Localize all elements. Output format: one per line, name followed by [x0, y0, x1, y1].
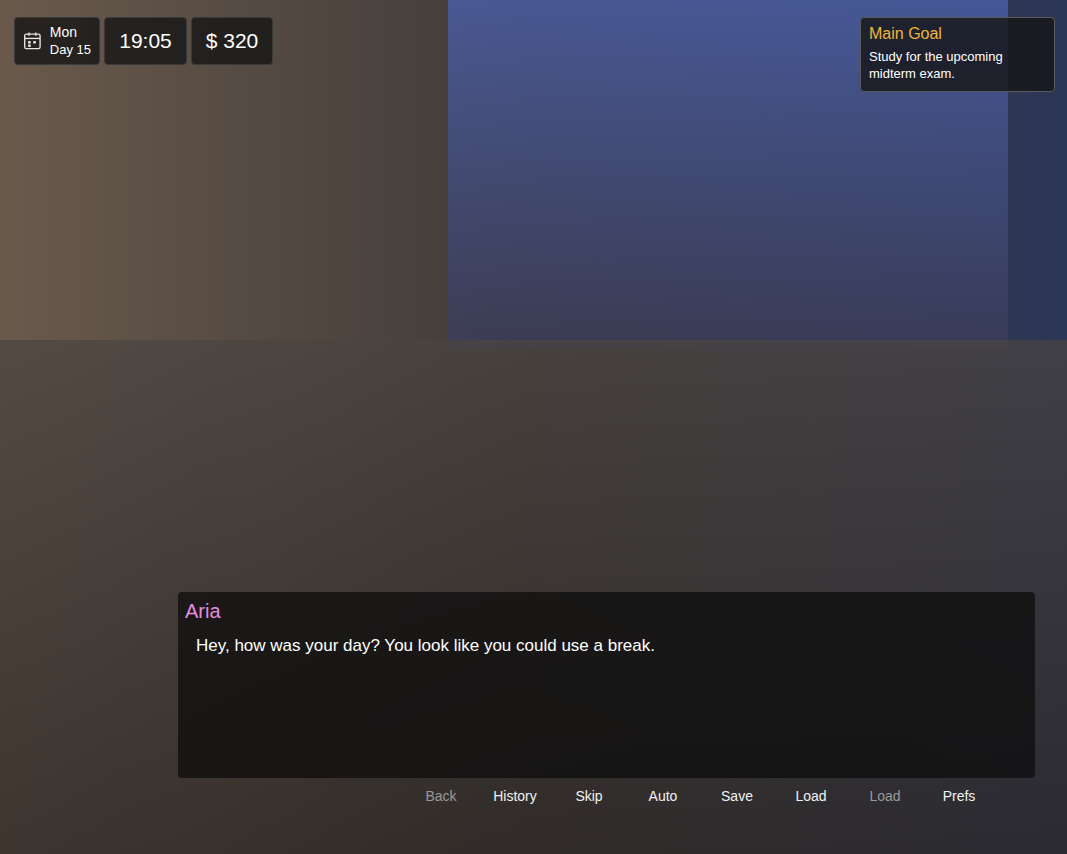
top-bar: MonDay 1519:05$ 320Main GoalStudy for th…: [0, 0, 1067, 92]
date-box: MonDay 15: [14, 17, 100, 65]
quick-menu-button[interactable]: History: [478, 786, 552, 806]
game-screen: MonDay 1519:05$ 320Main GoalStudy for th…: [0, 0, 1067, 854]
quick-menu-button[interactable]: Back: [404, 786, 478, 806]
quick-menu-button[interactable]: Prefs: [922, 786, 996, 806]
goal-title: Main Goal: [869, 24, 1046, 44]
quick-menu: BackHistorySkipAutoSaveLoadLoadPrefs: [0, 786, 1067, 806]
speaker-name: Aria: [185, 598, 1028, 624]
day-number: Day 15: [50, 41, 91, 59]
calendar-icon: [23, 29, 42, 53]
time-box: 19:05: [104, 17, 187, 65]
quick-menu-button[interactable]: Auto: [626, 786, 700, 806]
goal-text: Study for the upcoming midterm exam.: [869, 48, 1046, 82]
quick-menu-button[interactable]: Skip: [552, 786, 626, 806]
goal-panel: Main Goal Study for the upcoming midterm …: [860, 17, 1055, 92]
dialogue-text: Hey, how was your day? You look like you…: [185, 634, 1028, 658]
quick-menu-button[interactable]: Save: [700, 786, 774, 806]
money-box: $ 320: [191, 17, 273, 65]
quick-menu-button[interactable]: Load: [774, 786, 848, 806]
weekday: Mon: [50, 23, 91, 41]
ui-overlay: MonDay 1519:05$ 320Main GoalStudy for th…: [0, 0, 1067, 854]
hud: MonDay 1519:05$ 320: [14, 17, 273, 65]
dialogue-box[interactable]: Aria Hey, how was your day? You look like…: [178, 592, 1035, 778]
quick-menu-button[interactable]: Load: [848, 786, 922, 806]
